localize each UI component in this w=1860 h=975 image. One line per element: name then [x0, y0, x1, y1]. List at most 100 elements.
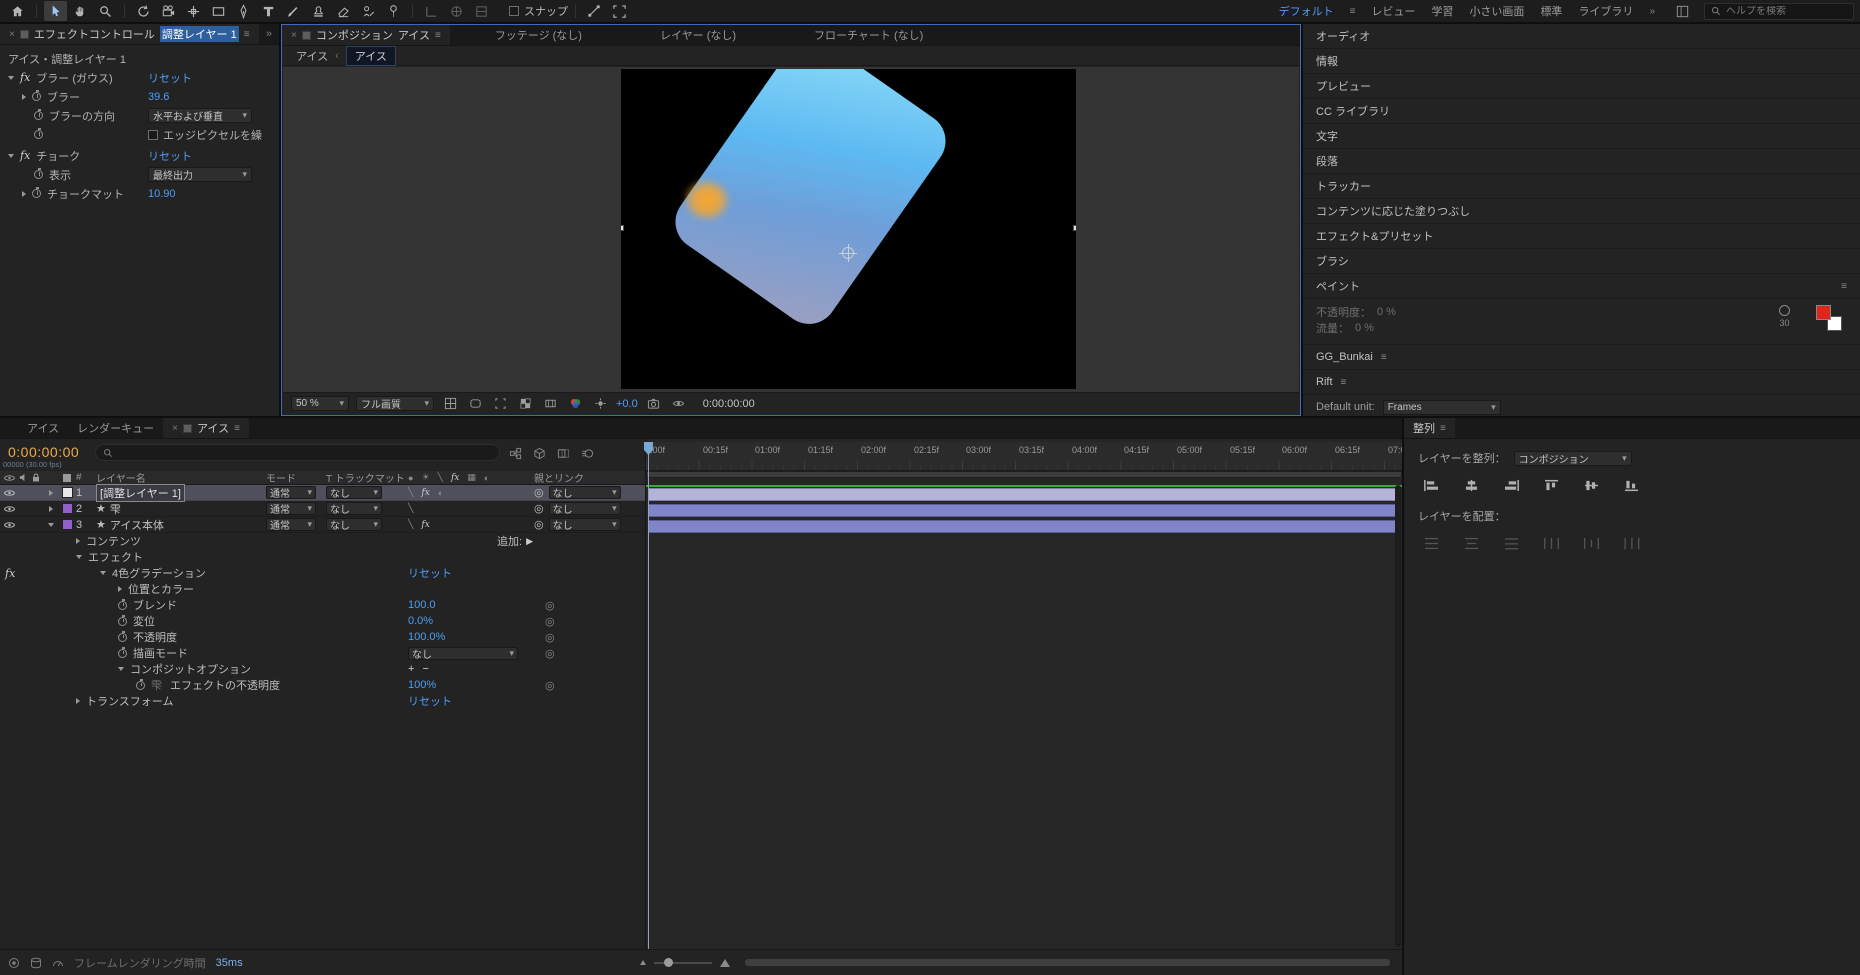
time-ruler[interactable]: :00f 00:15f 01:00f 01:15f 02:00f 02:15f …: [646, 442, 1402, 471]
pixel-aspect-icon[interactable]: [541, 396, 559, 412]
mask-path-visibility-icon[interactable]: [583, 1, 606, 21]
home-tool-button[interactable]: [6, 1, 29, 21]
column-track-matte[interactable]: T トラックマット: [326, 470, 408, 485]
workspace-tab-small-screen[interactable]: 小さい画面: [1469, 3, 1524, 19]
paint-flow-value[interactable]: 0 %: [1355, 322, 1374, 334]
panel-header-paint[interactable]: ペイント ≡: [1303, 274, 1860, 299]
selection-handle-left[interactable]: [621, 225, 624, 231]
property-row-view[interactable]: 表示 最終出力 ▾: [0, 165, 279, 184]
property-row-compositing-options[interactable]: コンポジットオプション + −: [0, 661, 645, 677]
blend-mode-dropdown[interactable]: なし ▾: [408, 646, 518, 661]
show-snapshot-icon[interactable]: [670, 396, 688, 412]
hand-tool-button[interactable]: [69, 1, 92, 21]
timeline-search-input[interactable]: [118, 445, 478, 460]
pickwhip-icon[interactable]: ◎: [534, 502, 544, 515]
parent-dropdown[interactable]: なし ▾: [548, 502, 621, 516]
eye-column-icon[interactable]: [4, 474, 15, 482]
align-right-button[interactable]: [1498, 475, 1524, 495]
selection-tool-button[interactable]: [44, 1, 67, 21]
property-row-blend[interactable]: ブレンド 100.0 ◎: [0, 597, 645, 613]
add-menu-button[interactable]: 追加: ▶: [497, 533, 533, 549]
transparency-grid-icon[interactable]: [516, 396, 534, 412]
property-value[interactable]: 100.0: [408, 599, 436, 611]
pickwhip-icon[interactable]: ◎: [534, 486, 544, 499]
align-horizontal-center-button[interactable]: [1458, 475, 1484, 495]
panel-menu-icon[interactable]: ≡: [435, 30, 441, 41]
keyframe-include-icon[interactable]: ◎: [545, 647, 555, 660]
disk-cache-icon[interactable]: [30, 957, 42, 969]
panel-menu-icon[interactable]: ≡: [1440, 423, 1446, 434]
reset-button[interactable]: リセット: [408, 693, 452, 709]
align-top-button[interactable]: [1538, 475, 1564, 495]
column-mode[interactable]: モード: [266, 470, 326, 485]
panel-header-cc-libraries[interactable]: CC ライブラリ: [1303, 99, 1860, 124]
lock-column-icon[interactable]: [32, 473, 40, 482]
paint-opacity-value[interactable]: 0 %: [1377, 306, 1396, 318]
zoom-in-icon[interactable]: [720, 958, 730, 967]
blur-direction-dropdown[interactable]: 水平および垂直 ▾: [148, 108, 252, 123]
help-search-input[interactable]: [1726, 5, 1841, 17]
twirl-icon[interactable]: [100, 571, 106, 575]
parent-dropdown[interactable]: なし ▾: [548, 518, 621, 532]
keyframe-include-icon[interactable]: ◎: [545, 631, 555, 644]
performance-icon[interactable]: [52, 957, 64, 969]
property-row-blur-direction[interactable]: ブラーの方向 水平および垂直 ▾: [0, 106, 279, 125]
local-axis-mode-icon[interactable]: [420, 1, 443, 21]
property-value[interactable]: 39.6: [148, 91, 169, 103]
panel-header-rift[interactable]: Rift ≡: [1303, 370, 1860, 395]
zoom-slider[interactable]: [654, 958, 712, 967]
property-value[interactable]: 10.90: [148, 188, 176, 200]
composition-frame[interactable]: [621, 69, 1076, 389]
tab-footage[interactable]: フッテージ (なし): [486, 25, 591, 45]
channels-icon[interactable]: [566, 396, 584, 412]
mask-visibility-icon[interactable]: [466, 396, 484, 412]
layer-bar-ice-body[interactable]: [648, 520, 1398, 533]
work-area-bar[interactable]: [646, 471, 1402, 478]
tab-timeline-ice-1[interactable]: アイス: [18, 418, 68, 438]
render-status-icon[interactable]: [8, 957, 20, 969]
fx-toggle-icon[interactable]: fx: [421, 520, 429, 530]
panel-header-preview[interactable]: プレビュー: [1303, 74, 1860, 99]
align-bottom-button[interactable]: [1618, 475, 1644, 495]
clone-stamp-tool-button[interactable]: [307, 1, 330, 21]
panel-menu-icon[interactable]: ≡: [234, 423, 240, 434]
tab-layer[interactable]: レイヤー (なし): [651, 25, 745, 45]
track-matte-dropdown[interactable]: なし ▾: [326, 485, 382, 500]
motion-blur-icon[interactable]: [580, 445, 595, 461]
property-row-blend-mode[interactable]: 描画モード なし ▾ ◎: [0, 645, 645, 661]
panel-header-gg-bunkai[interactable]: GG_Bunkai ≡: [1303, 345, 1860, 370]
audio-column-icon[interactable]: [19, 473, 28, 482]
fx-badge-icon[interactable]: fx: [20, 149, 30, 162]
panel-header-effects-presets[interactable]: エフェクト&プリセット: [1303, 224, 1860, 249]
tab-render-queue[interactable]: レンダーキュー: [68, 418, 163, 438]
effect-header-gaussian-blur[interactable]: fx ブラー (ガウス) リセット: [0, 68, 279, 87]
property-row-blur[interactable]: ブラー 39.6: [0, 87, 279, 106]
twirl-icon[interactable]: [118, 667, 124, 671]
world-axis-mode-icon[interactable]: [445, 1, 468, 21]
motion-blur-column-icon[interactable]: ◐: [484, 473, 489, 483]
stopwatch-icon[interactable]: [34, 109, 43, 120]
foreground-color-swatch[interactable]: [1816, 305, 1831, 320]
panel-header-tracker[interactable]: トラッカー: [1303, 174, 1860, 199]
track-matte-dropdown[interactable]: なし ▾: [326, 517, 382, 532]
view-options-icon[interactable]: [608, 1, 631, 21]
remove-mask-icon[interactable]: −: [422, 663, 428, 675]
column-parent-link[interactable]: 親とリンク: [534, 470, 645, 485]
close-icon[interactable]: ×: [172, 423, 178, 434]
eye-icon[interactable]: [4, 521, 15, 529]
layer-bar-adjustment[interactable]: [648, 488, 1398, 501]
reset-button[interactable]: リセット: [148, 148, 192, 164]
column-number[interactable]: #: [76, 472, 96, 483]
twirl-icon[interactable]: [49, 489, 53, 496]
workspace-menu-icon[interactable]: ≡: [1350, 6, 1356, 17]
close-icon[interactable]: ×: [9, 29, 15, 40]
timeline-horizontal-scrollbar[interactable]: [745, 959, 1390, 966]
twirl-icon[interactable]: [8, 75, 14, 80]
workspace-tab-default[interactable]: デフォルト: [1279, 3, 1334, 19]
frame-blend-icon[interactable]: [556, 445, 571, 461]
region-of-interest-icon[interactable]: [491, 396, 509, 412]
stopwatch-icon[interactable]: [118, 630, 127, 642]
twirl-icon[interactable]: [118, 586, 122, 592]
rotate-tool-button[interactable]: [132, 1, 155, 21]
workspace-tab-standard[interactable]: 標準: [1540, 3, 1562, 19]
